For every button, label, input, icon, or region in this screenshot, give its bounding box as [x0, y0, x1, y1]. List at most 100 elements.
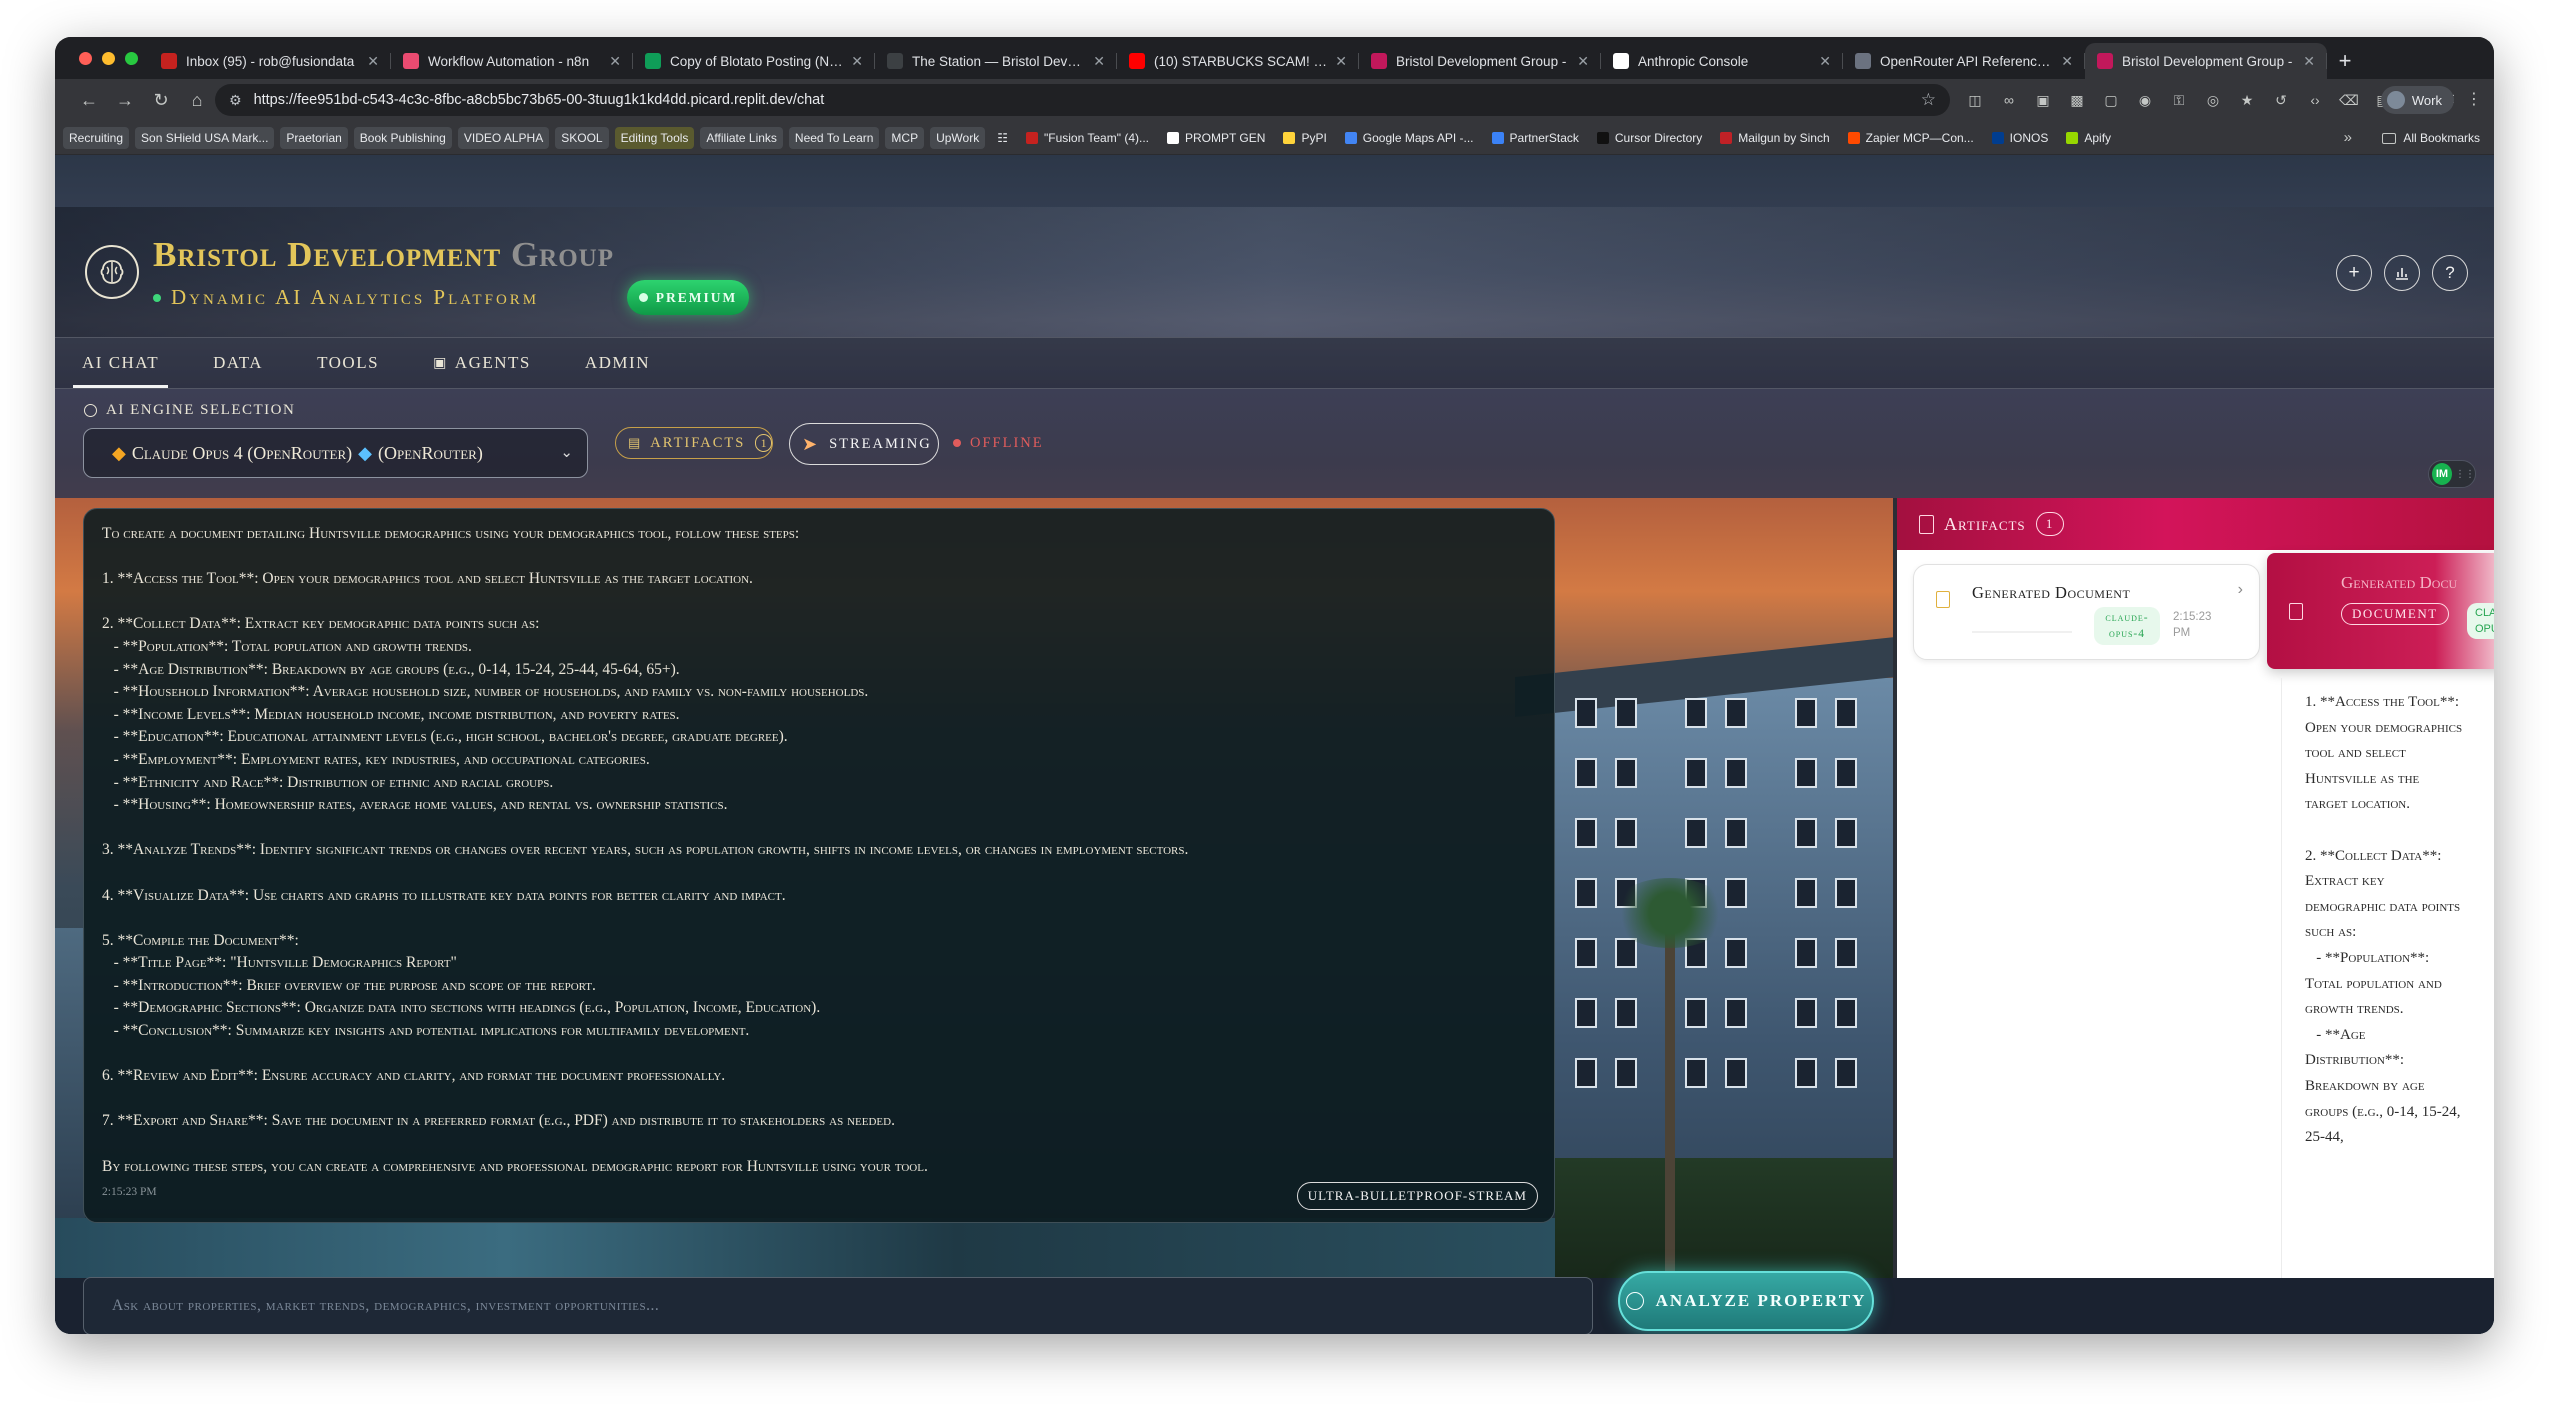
link-icon[interactable]: ∞ — [1999, 90, 2019, 110]
artifact-model-tag: claude-opus-4 — [2094, 607, 2160, 645]
browser-menu-icon[interactable]: ⋮ — [2466, 89, 2482, 109]
bookmark-link[interactable]: Mailgun by Sinch — [1714, 127, 1835, 149]
profile-button[interactable]: Work — [2380, 86, 2454, 114]
minimize-window-button[interactable] — [102, 52, 115, 65]
bookmark-folder[interactable]: Praetorian — [280, 126, 348, 149]
bookmark-star-icon[interactable]: ☆ — [1921, 90, 1936, 110]
bookmark-link[interactable]: IONOS — [1986, 127, 2055, 149]
close-tab-icon[interactable]: ✕ — [1819, 53, 1831, 70]
help-icon[interactable]: ? — [2432, 255, 2468, 291]
close-tab-icon[interactable]: ✕ — [1093, 53, 1105, 70]
browser-tab[interactable]: Anthropic Console ✕ — [1601, 43, 1843, 79]
browser-tab[interactable]: OpenRouter API Reference | C ✕ — [1843, 43, 2085, 79]
browser-tab[interactable]: Bristol Development Group - ✕ — [1359, 43, 1601, 79]
bookmark-link[interactable]: Apify — [2060, 127, 2117, 149]
bookmark-folder[interactable]: SKOOL — [555, 126, 609, 149]
code-icon[interactable]: ‹› — [2305, 90, 2325, 110]
engine-select[interactable]: ◆ Claude Opus 4 (OpenRouter) ◆ (OpenRout… — [83, 428, 588, 478]
folder-icon — [2382, 132, 2397, 144]
close-tab-icon[interactable]: ✕ — [1335, 53, 1347, 70]
message-line: - **Household Information**: Average hou… — [102, 683, 869, 701]
tab-data-label: DATA — [213, 353, 264, 372]
close-tab-icon[interactable]: ✕ — [367, 53, 379, 70]
artifact-card-expanded[interactable]: Generated Docu DOCUMENT CLAU OPUS — [2267, 553, 2494, 669]
browser-tab[interactable]: Workflow Automation - n8n ✕ — [391, 43, 633, 79]
bookmark-link[interactable]: Cursor Directory — [1591, 127, 1708, 149]
new-tab-icon[interactable]: + — [2327, 43, 2363, 79]
browser-tab[interactable]: Bristol Development Group - ✕ — [2085, 43, 2327, 79]
premium-label: PREMIUM — [655, 289, 738, 305]
close-window-button[interactable] — [79, 52, 92, 65]
site-settings-icon[interactable]: ⚙ — [229, 92, 242, 109]
user-avatar-badge[interactable]: IM ⋮⋮ — [2428, 460, 2476, 488]
tab-agents[interactable]: ▣ AGENTS — [406, 338, 558, 388]
history-icon[interactable]: ↺ — [2271, 90, 2291, 110]
pin-icon[interactable]: ★ — [2237, 90, 2257, 110]
bus-icon[interactable]: ▩ — [2067, 90, 2087, 110]
bookmark-link[interactable]: PartnerStack — [1486, 127, 1585, 149]
capture-icon[interactable]: ▢ — [2101, 90, 2121, 110]
reload-icon[interactable]: ↻ — [143, 90, 179, 111]
building-window — [1615, 938, 1637, 968]
bristol-icon — [2097, 53, 2113, 69]
close-tab-icon[interactable]: ✕ — [609, 53, 621, 70]
streaming-toggle[interactable]: ➤ STREAMING — [789, 423, 939, 465]
bookmark-folder[interactable]: Affiliate Links — [700, 126, 783, 149]
key-icon[interactable]: ⚿ — [2169, 90, 2189, 110]
artifacts-toggle[interactable]: ▤ ARTIFACTS 1 — [615, 427, 773, 459]
bookmark-link[interactable]: Google Maps API -... — [1339, 127, 1480, 149]
message-line: 7. **Export and Share**: Save the docume… — [102, 1112, 895, 1130]
tab-ai-chat[interactable]: AI CHAT — [55, 338, 186, 388]
chart-icon[interactable] — [2384, 255, 2420, 291]
browser-tab[interactable]: Inbox (95) - rob@fusiondata ✕ — [149, 43, 391, 79]
address-bar[interactable]: ⚙ https://fee951bd-c543-4c3c-8fbc-a8cb5b… — [215, 84, 1950, 116]
bookmark-label: Recruiting — [69, 130, 124, 145]
visibility-icon[interactable]: ◉ — [2135, 90, 2155, 110]
close-tab-icon[interactable]: ✕ — [2303, 53, 2315, 70]
trash-icon[interactable]: ⌫ — [2339, 90, 2359, 110]
bookmark-folder[interactable]: VIDEO ALPHA — [457, 126, 550, 149]
bookmark-folder[interactable]: Book Publishing — [353, 126, 452, 149]
message-line: 6. **Review and Edit**: Ensure accuracy … — [102, 1067, 726, 1085]
bookmark-folder[interactable]: Recruiting — [63, 126, 130, 149]
bookmark-folder[interactable]: Son SHield USA Mark... — [135, 126, 275, 149]
screenshot-icon[interactable]: ▣ — [2033, 90, 2053, 110]
eye-icon[interactable]: ◎ — [2203, 90, 2223, 110]
back-icon[interactable]: ← — [71, 90, 107, 111]
building-window — [1685, 818, 1707, 848]
tab-agents-label: AGENTS — [454, 353, 531, 372]
bookmark-link[interactable]: PROMPT GEN — [1161, 127, 1271, 149]
bookmark-link[interactable]: Zapier MCP—Con... — [1842, 127, 1980, 149]
bookmark-folder[interactable]: UpWork — [930, 126, 986, 149]
more-bookmarks-icon[interactable]: » — [2344, 129, 2352, 146]
tab-tools[interactable]: TOOLS — [290, 338, 406, 388]
bookmark-folder[interactable]: MCP — [885, 126, 925, 149]
browser-tab[interactable]: Copy of Blotato Posting (N8N ✕ — [633, 43, 875, 79]
browser-tab-label: Bristol Development Group - — [1396, 53, 1567, 69]
browser-tab[interactable]: (10) STARBUCKS SCAM! Dar ✕ — [1117, 43, 1359, 79]
chat-area: To create a document detailing Huntsvill… — [55, 498, 1893, 1278]
add-icon[interactable]: + — [2336, 255, 2372, 291]
artifacts-pill-label: ARTIFACTS — [650, 434, 746, 451]
chat-input[interactable]: Ask about properties, market trends, dem… — [83, 1277, 1593, 1334]
message-line: - **Education**: Educational attainment … — [102, 728, 788, 746]
forward-icon[interactable]: → — [107, 90, 143, 111]
chevron-right-icon[interactable]: › — [2238, 581, 2243, 599]
bookmark-link[interactable]: PyPI — [1277, 127, 1332, 149]
browser-tab[interactable]: The Station — Bristol Develop ✕ — [875, 43, 1117, 79]
maximize-window-button[interactable] — [125, 52, 138, 65]
apps-grid-icon[interactable]: ☷ — [991, 127, 1014, 149]
close-tab-icon[interactable]: ✕ — [851, 53, 863, 70]
close-tab-icon[interactable]: ✕ — [1577, 53, 1589, 70]
tab-data[interactable]: DATA — [186, 338, 290, 388]
bookmark-link[interactable]: "Fusion Team" (4)... — [1020, 127, 1155, 149]
home-icon[interactable]: ⌂ — [179, 90, 215, 111]
extensions-icon[interactable]: ◫ — [1965, 90, 1985, 110]
bookmark-folder[interactable]: Editing Tools — [614, 126, 695, 149]
tab-admin[interactable]: ADMIN — [558, 338, 677, 388]
artifact-card[interactable]: Generated Document › claude-opus-4 2:15:… — [1913, 564, 2260, 660]
bookmark-folder[interactable]: Need To Learn — [788, 126, 880, 149]
analyze-property-button[interactable]: ANALYZE PROPERTY — [1618, 1271, 1874, 1331]
close-tab-icon[interactable]: ✕ — [2061, 53, 2073, 70]
all-bookmarks-button[interactable]: All Bookmarks — [2382, 131, 2480, 145]
